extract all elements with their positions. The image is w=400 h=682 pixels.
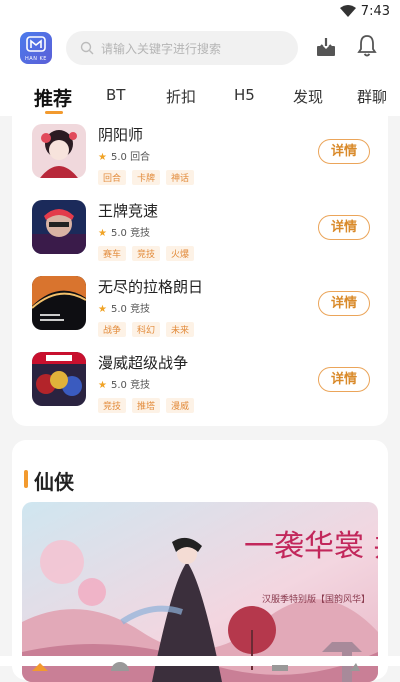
- game-tag: 漫威: [166, 398, 195, 413]
- list-item[interactable]: 阴阳师 ★ 5.0 回合 回合 卡牌 神话 详情: [32, 124, 388, 186]
- status-bar: 7:43: [0, 0, 400, 24]
- game-tag: 赛车: [98, 246, 127, 261]
- search-placeholder: 请输入关键字进行搜索: [101, 42, 222, 56]
- game-list-card: 阴阳师 ★ 5.0 回合 回合 卡牌 神话 详情 王牌竞速 ★ 5.0 竞技 赛车 竞技火…: [12, 116, 388, 426]
- detail-button[interactable]: 详情: [318, 215, 370, 240]
- tab-discover[interactable]: 发现: [293, 86, 323, 107]
- game-name: 阴阳师: [98, 126, 144, 144]
- game-tag: 卡牌: [132, 170, 161, 185]
- star-icon: ★: [98, 304, 107, 315]
- active-tab-indicator: [45, 111, 63, 114]
- tab-bt[interactable]: BT: [106, 86, 125, 104]
- game-name: 漫威超级战争: [98, 354, 189, 372]
- game-tags: 竞技 推塔 漫威: [98, 394, 200, 413]
- game-tag: 竞技: [98, 398, 127, 413]
- download-icon[interactable]: [315, 36, 337, 58]
- category-tabs: 推荐 BT 折扣 H5 发现 群聊: [0, 76, 400, 116]
- list-item[interactable]: 漫威超级战争 ★ 5.0 竞技 竞技 推塔 漫威 详情: [32, 352, 388, 414]
- banner-headline: 一袭华裳 共赴天: [244, 529, 378, 564]
- game-tags: 赛车 竞技 火爆: [98, 242, 200, 261]
- status-time: 7:43: [360, 4, 390, 19]
- banner-subline: 汉服季特别版【国韵风华】: [262, 593, 370, 605]
- game-tag: 推塔: [132, 398, 161, 413]
- list-item[interactable]: 王牌竞速 ★ 5.0 竞技 赛车 竞技 火爆 详情: [32, 200, 388, 262]
- game-tag: 科幻: [132, 322, 161, 337]
- bell-icon[interactable]: [356, 34, 378, 58]
- game-icon-ace-racer: [32, 200, 86, 254]
- detail-button[interactable]: 详情: [318, 291, 370, 316]
- logo-text: HAN KE: [25, 56, 47, 62]
- tab-group-chat[interactable]: 群聊: [357, 86, 387, 107]
- search-input[interactable]: 请输入关键字进行搜索: [66, 31, 298, 65]
- game-tag: 战争: [98, 322, 127, 337]
- game-rating: ★ 5.0 竞技: [98, 304, 151, 315]
- game-rating: ★ 5.0 竞技: [98, 228, 151, 239]
- top-bar: HAN KE 请输入关键字进行搜索: [0, 24, 400, 76]
- game-name: 无尽的拉格朗日: [98, 278, 204, 296]
- game-name: 王牌竞速: [98, 202, 159, 220]
- tab-recommend[interactable]: 推荐: [34, 84, 72, 111]
- game-rating: ★ 5.0 回合: [98, 152, 151, 163]
- game-rating: ★ 5.0 竞技: [98, 380, 151, 391]
- game-tag: 回合: [98, 170, 127, 185]
- game-tags: 战争 科幻 未来: [98, 318, 200, 337]
- section-banner[interactable]: 一袭华裳 共赴天 汉服季特别版【国韵风华】: [22, 502, 378, 682]
- game-icon-marvel-super-war: [32, 352, 86, 406]
- tab-h5[interactable]: H5: [234, 86, 255, 104]
- list-item[interactable]: 无尽的拉格朗日 ★ 5.0 竞技 战争 科幻 未来 详情: [32, 276, 388, 338]
- bottom-nav: [0, 656, 400, 680]
- game-tag: 竞技: [132, 246, 161, 261]
- xianxia-section: 仙侠 一袭华裳 共赴天 汉服季特别版【国韵风华】: [12, 440, 388, 682]
- bottom-nav-icons: [32, 662, 360, 680]
- game-tag: 神话: [166, 170, 195, 185]
- game-tag: 未来: [166, 322, 195, 337]
- detail-button[interactable]: 详情: [318, 367, 370, 392]
- search-icon: [80, 41, 94, 55]
- star-icon: ★: [98, 380, 107, 391]
- section-title: 仙侠: [34, 470, 74, 494]
- game-icon-onmyoji: [32, 124, 86, 178]
- detail-button[interactable]: 详情: [318, 139, 370, 164]
- wifi-icon: [340, 5, 356, 17]
- tab-discount[interactable]: 折扣: [166, 86, 196, 107]
- section-accent-bar: [24, 470, 28, 488]
- star-icon: ★: [98, 228, 107, 239]
- star-icon: ★: [98, 152, 107, 163]
- game-tag: 火爆: [166, 246, 195, 261]
- game-icon-infinite-lagrange: [32, 276, 86, 330]
- app-logo[interactable]: HAN KE: [20, 32, 52, 64]
- logo-icon: [26, 36, 46, 52]
- game-tags: 回合 卡牌 神话: [98, 166, 200, 185]
